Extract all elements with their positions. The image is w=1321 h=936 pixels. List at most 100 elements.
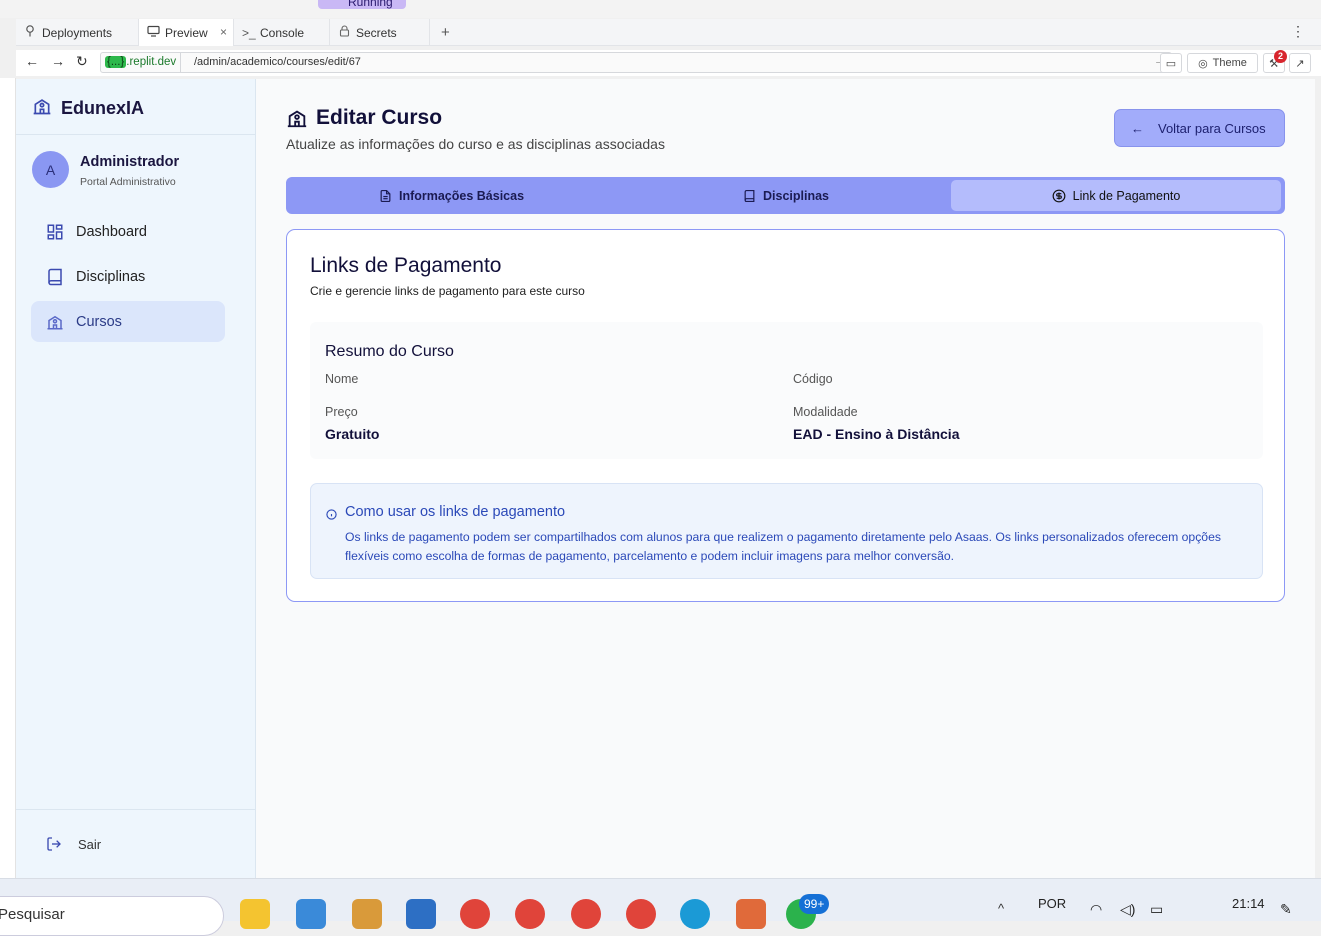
sidebar-item-cursos[interactable]: Cursos	[31, 301, 225, 342]
brand: EdunexIA	[32, 96, 144, 121]
payment-links-card: Links de Pagamento Crie e gerencie links…	[286, 229, 1285, 602]
info-icon	[326, 507, 337, 525]
sidebar-item-dashboard[interactable]: Dashboard	[31, 211, 225, 252]
payment-links-info: Como usar os links de pagamento Os links…	[310, 483, 1263, 579]
tab-label: Deployments	[42, 25, 113, 40]
school-icon	[287, 110, 307, 128]
sidebar-item-label: Disciplinas	[76, 268, 146, 285]
chrome-icon[interactable]	[515, 899, 545, 929]
tab-label: Informações Básicas	[398, 188, 525, 203]
tab-preview[interactable]: Preview ×	[139, 19, 234, 46]
chevron-up-icon[interactable]: ^	[998, 901, 1004, 916]
tab-label: Secrets	[356, 25, 397, 40]
reload-icon[interactable]: ↻	[76, 53, 88, 70]
book-icon	[48, 268, 62, 285]
dollar-circle-icon	[1052, 189, 1066, 202]
file-explorer-icon[interactable]	[240, 899, 270, 929]
lock-icon	[338, 25, 350, 40]
logout-label: Sair	[78, 836, 102, 852]
modality-value: EAD - Ensino à Distância	[793, 426, 960, 442]
clock-time[interactable]: 21:14	[1232, 896, 1265, 911]
price-value: Gratuito	[325, 426, 380, 442]
preview-url-bar: ← → ↻ {...} .replit.dev /admin/academico/…	[16, 50, 1321, 76]
logout-button[interactable]: Sair	[46, 836, 101, 852]
chrome-icon[interactable]	[460, 899, 490, 929]
tab-informacoes-basicas[interactable]: Informações Básicas	[289, 180, 614, 211]
info-text: Os links de pagamento podem ser comparti…	[345, 530, 1221, 563]
tab-label: Link de Pagamento	[1072, 188, 1181, 203]
divider	[16, 134, 255, 135]
card-title: Links de Pagamento	[310, 254, 502, 277]
battery-icon[interactable]: ▭	[1150, 901, 1163, 918]
tab-console[interactable]: >_ Console	[234, 19, 330, 46]
os-taskbar: Pesquisar 99+ ^ POR ◠ ◁) ▭ 21:14 ✎	[0, 878, 1321, 936]
code-label: Código	[793, 372, 833, 386]
brand-name: EdunexIA	[61, 98, 145, 118]
taskbar-search-placeholder: Pesquisar	[0, 906, 65, 923]
document-icon	[380, 189, 391, 202]
editor-left-edge	[0, 78, 16, 878]
page-title-text: Editar Curso	[316, 106, 443, 129]
tab-label: Disciplinas	[763, 188, 829, 203]
tab-disciplinas[interactable]: Disciplinas	[622, 180, 950, 211]
page-subtitle: Atualize as informações do curso e as di…	[286, 136, 665, 152]
app-icon[interactable]	[296, 899, 326, 929]
domain-badge: {...}	[105, 56, 127, 68]
page-title: Editar Curso	[286, 106, 442, 130]
domain-text: .replit.dev	[126, 56, 177, 68]
url-field[interactable]: {...} .replit.dev /admin/academico/course…	[100, 52, 1172, 73]
devtools-icon[interactable]: ▭	[1160, 53, 1182, 73]
arrow-left-icon: ←	[1131, 120, 1144, 136]
course-tabs: Informações Básicas Disciplinas Link de …	[286, 177, 1285, 214]
main-content: Editar Curso Atualize as informações do …	[256, 79, 1315, 878]
more-menu-icon[interactable]: ⋮	[1291, 23, 1305, 40]
tools-button[interactable]: ⚒ 2	[1263, 50, 1287, 73]
forward-arrow-icon[interactable]: →	[51, 53, 65, 69]
card-subtitle: Crie e gerencie links de pagamento para …	[310, 284, 585, 298]
url-domain: {...} .replit.dev	[101, 53, 182, 72]
app-top-strip: Running	[0, 0, 1321, 18]
tab-secrets[interactable]: Secrets	[330, 19, 430, 46]
tab-label: Preview	[165, 25, 208, 40]
url-path: /admin/academico/courses/edit/67	[194, 56, 361, 68]
notification-count-badge: 99+	[799, 894, 830, 914]
sidebar-item-label: Cursos	[76, 313, 122, 330]
monitor-icon	[147, 25, 160, 40]
notepad-icon[interactable]	[406, 899, 436, 929]
avatar: A	[32, 151, 69, 188]
palette-icon: ◎	[1198, 57, 1208, 70]
running-status-pill: Running	[318, 0, 406, 9]
open-new-window-icon[interactable]: ↗	[1289, 53, 1311, 73]
school-icon	[47, 315, 63, 329]
volume-icon[interactable]: ◁)	[1120, 901, 1135, 918]
logout-icon	[47, 837, 61, 851]
snipping-tool-icon[interactable]	[736, 899, 766, 929]
divider	[16, 809, 255, 810]
close-icon[interactable]: ×	[220, 25, 227, 39]
back-button-label: Voltar para Cursos	[1158, 120, 1266, 136]
theme-button[interactable]: ◎ Theme	[1187, 53, 1258, 73]
sidebar-item-label: Dashboard	[76, 223, 147, 240]
add-tab-button[interactable]: +	[441, 24, 450, 41]
chrome-icon[interactable]	[626, 899, 656, 929]
sidebar-item-disciplinas[interactable]: Disciplinas	[31, 256, 225, 297]
chrome-icon[interactable]	[571, 899, 601, 929]
name-label: Nome	[325, 372, 359, 386]
notification-center-icon[interactable]: ✎	[1280, 901, 1292, 918]
language-indicator[interactable]: POR	[1038, 896, 1066, 911]
info-title: Como usar os links de pagamento	[345, 504, 566, 520]
modality-label: Modalidade	[793, 405, 858, 419]
edge-icon[interactable]	[680, 899, 710, 929]
school-icon	[32, 96, 52, 121]
back-to-courses-button[interactable]: ← Voltar para Cursos	[1114, 109, 1285, 147]
tab-deployments[interactable]: Deployments	[16, 19, 139, 46]
wifi-icon[interactable]: ◠	[1090, 901, 1102, 918]
user-role: Portal Administrativo	[80, 176, 176, 188]
tree-icon	[24, 25, 36, 40]
back-arrow-icon[interactable]: ←	[25, 53, 39, 69]
notification-badge: 2	[1274, 50, 1287, 63]
tab-link-de-pagamento[interactable]: Link de Pagamento	[951, 180, 1281, 211]
price-label: Preço	[325, 405, 358, 419]
book-icon	[744, 189, 755, 202]
app-icon[interactable]	[352, 899, 382, 929]
